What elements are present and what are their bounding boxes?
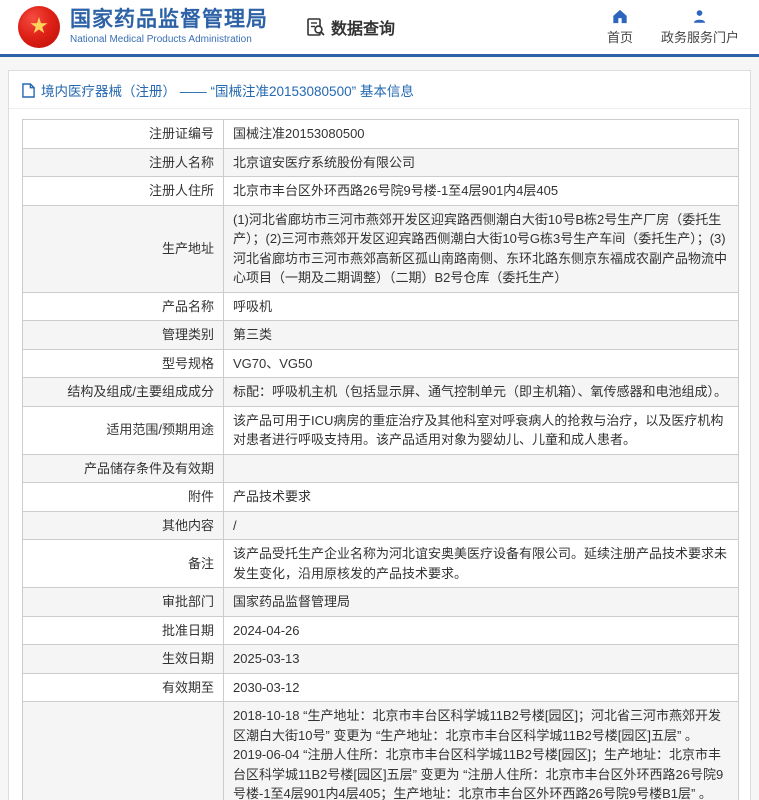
row-value bbox=[224, 454, 739, 483]
row-value: 2030-03-12 bbox=[224, 673, 739, 702]
home-icon bbox=[612, 9, 628, 24]
table-row: 其他内容/ bbox=[23, 511, 739, 540]
row-label: 审批部门 bbox=[23, 588, 224, 617]
row-label: 有效期至 bbox=[23, 673, 224, 702]
row-value: 国械注准20153080500 bbox=[224, 120, 739, 149]
row-label: 管理类别 bbox=[23, 321, 224, 350]
table-row: 变更情况2018-10-18 “生产地址：北京市丰台区科学城11B2号楼[园区]… bbox=[23, 702, 739, 800]
row-value: 该产品可用于ICU病房的重症治疗及其他科室对呼衰病人的抢救与治疗，以及医疗机构对… bbox=[224, 406, 739, 454]
row-label: 适用范围/预期用途 bbox=[23, 406, 224, 454]
header-right-nav: 首页 政务服务门户 bbox=[607, 9, 745, 46]
agency-logo-group[interactable]: ★ 国家药品监督管理局 National Medical Products Ad… bbox=[18, 6, 268, 48]
row-value: 产品技术要求 bbox=[224, 483, 739, 512]
national-emblem-icon: ★ bbox=[18, 6, 60, 48]
row-label: 其他内容 bbox=[23, 511, 224, 540]
row-value: 北京谊安医疗系统股份有限公司 bbox=[224, 148, 739, 177]
row-value: 国家药品监督管理局 bbox=[224, 588, 739, 617]
row-label: 备注 bbox=[23, 540, 224, 588]
table-row: 生产地址(1)河北省廊坊市三河市燕郊开发区迎宾路西侧潮白大街10号B栋2号生产厂… bbox=[23, 205, 739, 292]
table-row: 注册人名称北京谊安医疗系统股份有限公司 bbox=[23, 148, 739, 177]
agency-title-cn: 国家药品监督管理局 bbox=[70, 8, 268, 32]
row-label: 产品储存条件及有效期 bbox=[23, 454, 224, 483]
nav-portal-label: 政务服务门户 bbox=[661, 27, 739, 46]
content-panel: 境内医疗器械（注册） —— “国械注准20153080500” 基本信息 注册证… bbox=[8, 70, 751, 800]
table-row: 型号规格VG70、VG50 bbox=[23, 349, 739, 378]
table-row: 注册人住所北京市丰台区外环西路26号院9号楼-1至4层901内4层405 bbox=[23, 177, 739, 206]
row-value: 2024-04-26 bbox=[224, 616, 739, 645]
nav-home-label: 首页 bbox=[607, 27, 633, 46]
table-row: 批准日期2024-04-26 bbox=[23, 616, 739, 645]
page: ★ 国家药品监督管理局 National Medical Products Ad… bbox=[0, 0, 759, 800]
user-icon bbox=[692, 9, 707, 24]
table-row: 审批部门国家药品监督管理局 bbox=[23, 588, 739, 617]
table-row: 生效日期2025-03-13 bbox=[23, 645, 739, 674]
data-query-icon bbox=[306, 17, 326, 37]
table-row: 备注该产品受托生产企业名称为河北谊安奥美医疗设备有限公司。延续注册产品技术要求未… bbox=[23, 540, 739, 588]
row-label: 结构及组成/主要组成成分 bbox=[23, 378, 224, 407]
table-row: 适用范围/预期用途该产品可用于ICU病房的重症治疗及其他科室对呼衰病人的抢救与治… bbox=[23, 406, 739, 454]
row-label: 产品名称 bbox=[23, 292, 224, 321]
row-value: 2018-10-18 “生产地址：北京市丰台区科学城11B2号楼[园区]；河北省… bbox=[224, 702, 739, 800]
info-table: 注册证编号国械注准20153080500注册人名称北京谊安医疗系统股份有限公司注… bbox=[22, 119, 739, 800]
agency-titles: 国家药品监督管理局 National Medical Products Admi… bbox=[70, 8, 268, 45]
row-label: 变更情况 bbox=[23, 702, 224, 800]
nav-data-query[interactable]: 数据查询 bbox=[306, 15, 395, 39]
row-label: 注册人名称 bbox=[23, 148, 224, 177]
table-row: 附件产品技术要求 bbox=[23, 483, 739, 512]
info-table-body: 注册证编号国械注准20153080500注册人名称北京谊安医疗系统股份有限公司注… bbox=[23, 120, 739, 800]
row-label: 生效日期 bbox=[23, 645, 224, 674]
table-row: 有效期至2030-03-12 bbox=[23, 673, 739, 702]
table-row: 结构及组成/主要组成成分标配：呼吸机主机（包括显示屏、通气控制单元（即主机箱）、… bbox=[23, 378, 739, 407]
row-value: 2025-03-13 bbox=[224, 645, 739, 674]
row-value: / bbox=[224, 511, 739, 540]
site-header: ★ 国家药品监督管理局 National Medical Products Ad… bbox=[0, 0, 759, 57]
table-row: 产品储存条件及有效期 bbox=[23, 454, 739, 483]
row-value: (1)河北省廊坊市三河市燕郊开发区迎宾路西侧潮白大街10号B栋2号生产厂房（委托… bbox=[224, 205, 739, 292]
row-value: 第三类 bbox=[224, 321, 739, 350]
agency-title-en: National Medical Products Administration bbox=[70, 33, 268, 46]
row-label: 批准日期 bbox=[23, 616, 224, 645]
row-value: 标配：呼吸机主机（包括显示屏、通气控制单元（即主机箱）、氧传感器和电池组成）。 bbox=[224, 378, 739, 407]
row-label: 型号规格 bbox=[23, 349, 224, 378]
row-value: 北京市丰台区外环西路26号院9号楼-1至4层901内4层405 bbox=[224, 177, 739, 206]
row-label: 附件 bbox=[23, 483, 224, 512]
document-icon bbox=[22, 83, 35, 98]
row-label: 生产地址 bbox=[23, 205, 224, 292]
breadcrumb-text: 境内医疗器械（注册） —— “国械注准20153080500” 基本信息 bbox=[41, 80, 414, 100]
row-value: 该产品受托生产企业名称为河北谊安奥美医疗设备有限公司。延续注册产品技术要求未发生… bbox=[224, 540, 739, 588]
breadcrumb: 境内医疗器械（注册） —— “国械注准20153080500” 基本信息 bbox=[9, 71, 750, 109]
row-value: VG70、VG50 bbox=[224, 349, 739, 378]
table-row: 管理类别第三类 bbox=[23, 321, 739, 350]
nav-home[interactable]: 首页 bbox=[607, 9, 633, 46]
row-value: 呼吸机 bbox=[224, 292, 739, 321]
table-row: 产品名称呼吸机 bbox=[23, 292, 739, 321]
nav-data-query-label: 数据查询 bbox=[331, 15, 395, 39]
row-label: 注册证编号 bbox=[23, 120, 224, 149]
row-label: 注册人住所 bbox=[23, 177, 224, 206]
table-row: 注册证编号国械注准20153080500 bbox=[23, 120, 739, 149]
nav-portal[interactable]: 政务服务门户 bbox=[661, 9, 739, 46]
